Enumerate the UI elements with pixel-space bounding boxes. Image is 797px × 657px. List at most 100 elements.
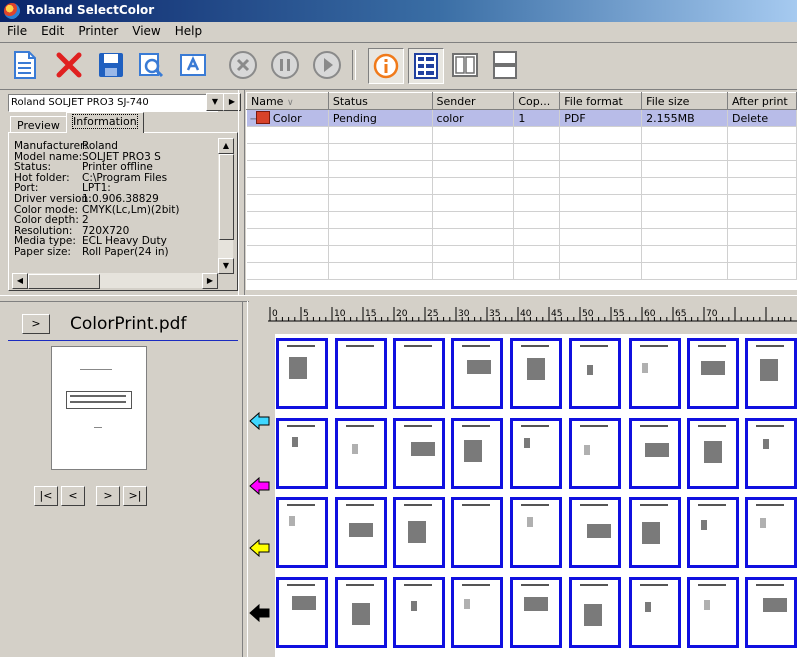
column-file-format[interactable]: File format — [559, 92, 643, 110]
layout-page[interactable] — [393, 338, 445, 409]
layout-page[interactable] — [569, 338, 621, 409]
layout-page[interactable] — [510, 418, 562, 489]
layout-page[interactable] — [510, 338, 562, 409]
scroll-thumb[interactable] — [28, 274, 100, 289]
layout-page[interactable] — [745, 338, 797, 409]
layout-page[interactable] — [335, 338, 387, 409]
page-content — [352, 444, 358, 454]
layout-page[interactable] — [629, 338, 681, 409]
column-after-print[interactable]: After print — [726, 92, 797, 110]
new-button[interactable] — [8, 48, 42, 82]
layout-page[interactable] — [569, 497, 621, 568]
layout-page[interactable] — [745, 497, 797, 568]
layout-page[interactable] — [393, 577, 445, 648]
column-status[interactable]: Status — [327, 92, 433, 110]
layout-page[interactable] — [569, 418, 621, 489]
previous-page-button[interactable]: < — [61, 486, 85, 506]
layout-page[interactable] — [276, 577, 328, 648]
layout-page[interactable] — [451, 338, 503, 409]
list-view-button[interactable] — [408, 48, 444, 84]
printer-dropdown-button[interactable]: ▼ — [206, 93, 224, 111]
column-name[interactable]: Name ∨ — [246, 92, 329, 110]
black-arrow-icon[interactable] — [249, 604, 271, 622]
split-view-button[interactable] — [488, 48, 522, 82]
table-row[interactable]: ─ Color Pending color 1 PDF 2.155MB Delet… — [246, 109, 797, 127]
layout-page[interactable] — [335, 418, 387, 489]
delete-button[interactable] — [52, 48, 86, 82]
magenta-arrow-icon[interactable] — [249, 477, 271, 495]
vertical-splitter[interactable] — [242, 301, 248, 657]
page-header-line — [462, 425, 490, 427]
ruler-label: 55 — [613, 309, 624, 319]
layout-page[interactable] — [745, 418, 797, 489]
layout-page[interactable] — [629, 577, 681, 648]
layout-page[interactable] — [629, 497, 681, 568]
menu-printer[interactable]: Printer — [71, 22, 125, 38]
column-file-size[interactable]: File size — [641, 92, 728, 110]
ruler-label: 25 — [427, 309, 438, 319]
ruler-label: 40 — [520, 309, 532, 319]
layout-page[interactable] — [276, 497, 328, 568]
last-page-button[interactable]: >| — [123, 486, 147, 506]
cancel-job-button[interactable] — [226, 48, 260, 82]
ruler-label: 70 — [706, 309, 718, 319]
page-thumbnail[interactable] — [51, 346, 147, 470]
layout-page[interactable] — [451, 418, 503, 489]
scroll-thumb[interactable] — [219, 154, 234, 240]
scroll-right-button[interactable]: ▶ — [202, 273, 218, 289]
expand-button[interactable]: > — [22, 314, 50, 334]
layout-page[interactable] — [276, 418, 328, 489]
layout-page[interactable] — [687, 577, 739, 648]
menu-edit[interactable]: Edit — [34, 22, 71, 38]
menu-view[interactable]: View — [125, 22, 167, 38]
info-row: Driver version: 1.0.906.38829 — [14, 194, 218, 205]
menu-file[interactable]: File — [0, 22, 34, 38]
layout-page[interactable] — [745, 577, 797, 648]
layout-page[interactable] — [687, 497, 739, 568]
menu-help[interactable]: Help — [168, 22, 209, 38]
scroll-down-button[interactable]: ▼ — [218, 258, 234, 274]
layout-page[interactable] — [569, 577, 621, 648]
scroll-up-button[interactable]: ▲ — [218, 138, 234, 154]
list-view-icon — [414, 53, 438, 79]
page-content — [701, 520, 707, 530]
first-page-button[interactable]: |< — [34, 486, 58, 506]
cell-file-size: 2.155MB — [641, 109, 728, 127]
layout-page[interactable] — [687, 418, 739, 489]
page-header-line — [698, 504, 726, 506]
column-sender[interactable]: Sender — [431, 92, 515, 110]
info-key: Driver version: — [14, 192, 92, 205]
column-copies[interactable]: Cop... — [513, 92, 561, 110]
info-button[interactable] — [368, 48, 404, 84]
layout-page[interactable] — [393, 418, 445, 489]
layout-page[interactable] — [687, 338, 739, 409]
table-row — [246, 126, 797, 144]
page-content — [289, 516, 295, 526]
layout-page[interactable] — [451, 577, 503, 648]
scroll-left-button[interactable]: ◀ — [12, 273, 28, 289]
layout-page[interactable] — [451, 497, 503, 568]
layout-page[interactable] — [335, 577, 387, 648]
layout-page[interactable] — [510, 577, 562, 648]
page-header-line — [640, 425, 668, 427]
tab-preview[interactable]: Preview — [10, 116, 68, 133]
ruler-label: 65 — [675, 309, 686, 319]
layout-page[interactable] — [276, 338, 328, 409]
play-button[interactable] — [310, 48, 344, 82]
layout-page[interactable] — [629, 418, 681, 489]
image-button[interactable] — [176, 48, 210, 82]
tab-information[interactable]: Information — [66, 112, 144, 133]
layout-page[interactable] — [510, 497, 562, 568]
layout-page[interactable] — [393, 497, 445, 568]
cyan-arrow-icon[interactable] — [249, 412, 271, 430]
search-button[interactable] — [134, 48, 168, 82]
save-button[interactable] — [94, 48, 128, 82]
yellow-arrow-icon[interactable] — [249, 539, 271, 557]
next-page-button[interactable]: > — [96, 486, 120, 506]
vertical-splitter[interactable] — [238, 90, 245, 295]
pause-button[interactable] — [268, 48, 302, 82]
layout-page[interactable] — [335, 497, 387, 568]
panel-view-button[interactable] — [448, 48, 482, 82]
printer-select[interactable]: Roland SOLJET PRO3 SJ-740 — [8, 94, 218, 112]
page-header-line — [462, 584, 490, 586]
